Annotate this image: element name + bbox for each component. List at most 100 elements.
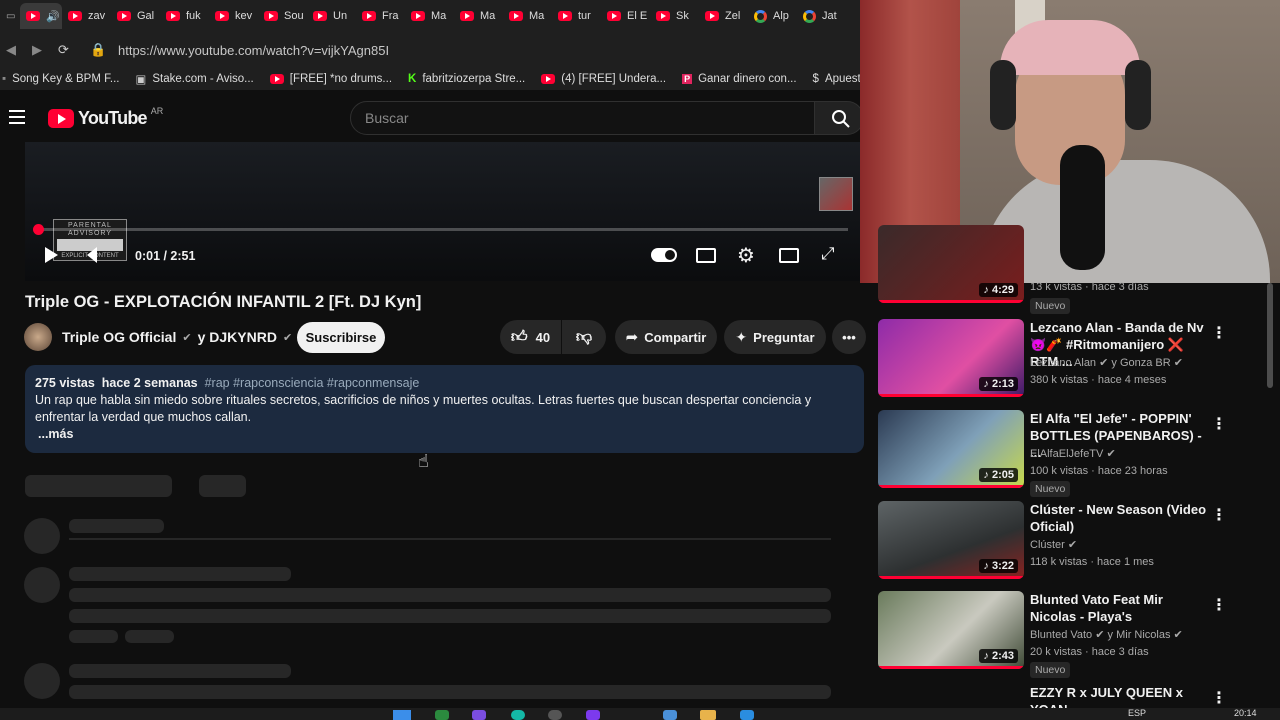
video-thumbnail[interactable]: ♪ 2:13 <box>878 319 1024 397</box>
more-actions-button[interactable]: ••• <box>832 320 866 354</box>
youtube-logo[interactable]: YouTube AR <box>48 106 163 129</box>
bookmark-item[interactable]: ▪ Song Key & BPM F... <box>0 73 119 85</box>
url-field[interactable]: https://www.youtube.com/watch?v=vijkYAgn… <box>118 43 389 58</box>
channel-name[interactable]: Lezcano Alan <box>1030 357 1096 369</box>
taskbar-app-icon[interactable] <box>548 710 562 720</box>
play-icon[interactable] <box>45 247 58 263</box>
share-button[interactable]: ➦ Compartir <box>615 320 717 354</box>
more-vert-icon[interactable]: ⋮ <box>1211 505 1227 525</box>
recommended-video[interactable]: ♪ 2:05 El Alfa "El Jefe" - POPPIN' BOTTLE… <box>878 410 1268 497</box>
menu-icon[interactable] <box>9 110 25 124</box>
bookmark-item[interactable]: (4) [FREE] Undera... <box>541 73 666 85</box>
browser-tab[interactable]: Ma <box>454 10 503 23</box>
taskbar-app-icon[interactable] <box>511 710 525 720</box>
browser-tab[interactable]: Alp <box>748 9 797 23</box>
channel-name[interactable]: Clúster <box>1030 539 1065 551</box>
browser-tab[interactable]: El E <box>601 10 650 23</box>
channel-avatar[interactable] <box>24 323 52 351</box>
browser-tab[interactable]: kev <box>209 10 258 23</box>
browser-tab[interactable]: Ma <box>405 10 454 23</box>
video-title[interactable]: Clúster - New Season (Video Oficial) <box>1030 501 1208 535</box>
fullscreen-icon[interactable]: ⤢ <box>821 244 835 264</box>
youtube-favicon-icon <box>68 11 82 21</box>
progress-bar[interactable] <box>33 224 848 235</box>
browser-tab[interactable]: ▭ <box>0 11 20 22</box>
speaker-icon[interactable]: 🔊 <box>46 10 60 23</box>
more-vert-icon[interactable]: ⋮ <box>1211 595 1227 615</box>
search-icon <box>832 110 850 128</box>
dislike-button[interactable]: 👎︎ <box>562 320 606 354</box>
video-thumbnail[interactable]: ♪ 2:43 <box>878 591 1024 669</box>
like-button[interactable]: 👍︎ 40 <box>500 320 561 354</box>
video-thumbnail[interactable]: ♪ 2:05 <box>878 410 1024 488</box>
collab-channel-name[interactable]: y Mir Nicolas <box>1108 629 1171 641</box>
language-indicator[interactable]: ESP <box>1128 708 1146 718</box>
recommended-video[interactable]: ♪ 4:29 13 k vistas · hace 3 días Nuevo <box>878 225 1268 315</box>
lock-icon[interactable]: 🔒 <box>90 42 110 58</box>
folder-icon[interactable] <box>700 710 716 720</box>
channel-name[interactable]: Triple OG Official <box>62 329 176 345</box>
channel-watermark[interactable] <box>819 177 853 211</box>
search-input[interactable]: Buscar <box>350 101 815 135</box>
browser-tab-active[interactable]: 🔊 <box>20 3 62 29</box>
show-more-link[interactable]: ...más <box>38 426 854 443</box>
browser-tab[interactable]: Zel <box>699 10 748 23</box>
browser-tab[interactable]: tur <box>552 10 601 23</box>
collab-channel-name[interactable]: y DJKYNRD <box>198 329 277 345</box>
channel-name[interactable]: ElAlfaElJefeTV <box>1030 448 1103 460</box>
bookmark-label: Ganar dinero con... <box>698 73 797 85</box>
taskbar-app-icon[interactable] <box>740 710 754 720</box>
back-icon[interactable]: ◀ <box>6 42 26 58</box>
browser-tab[interactable]: Ma <box>503 10 552 23</box>
clock[interactable]: 20:14 <box>1234 708 1257 718</box>
recommended-video[interactable]: ♪ 2:13 Lezcano Alan - Banda de Nv 👿🧨 #Rit… <box>878 319 1268 403</box>
subtitles-icon[interactable] <box>696 248 716 263</box>
browser-tab[interactable]: Sk <box>650 10 699 23</box>
volume-icon[interactable] <box>87 247 103 263</box>
video-thumbnail[interactable]: ♪ 3:22 <box>878 501 1024 579</box>
more-vert-icon[interactable]: ⋮ <box>1211 323 1227 343</box>
recommended-video[interactable]: EZZY R x JULY QUEEN x YOAN⋮ <box>878 684 1268 717</box>
browser-tab[interactable]: zav <box>62 10 111 23</box>
browser-tab[interactable]: Jat <box>797 9 846 23</box>
progress-scrubber[interactable] <box>33 224 44 235</box>
taskbar-app-icon[interactable] <box>663 710 677 720</box>
duration-text: 3:22 <box>991 560 1014 572</box>
recommended-video[interactable]: ♪ 3:22 Clúster - New Season (Video Oficia… <box>878 501 1268 585</box>
browser-tab[interactable]: Fra <box>356 10 405 23</box>
subscribe-button[interactable]: Suscribirse <box>297 322 385 353</box>
autoplay-toggle[interactable] <box>651 248 677 262</box>
search-button[interactable] <box>814 101 864 135</box>
bookmark-item[interactable]: P Ganar dinero con... <box>682 73 797 85</box>
recommended-video[interactable]: ♪ 2:43 Blunted Vato Feat Mir Nicolas - Pl… <box>878 591 1268 678</box>
scrollbar-thumb[interactable] <box>1267 283 1273 388</box>
video-title[interactable]: Blunted Vato Feat Mir Nicolas - Playa's <box>1030 591 1208 625</box>
channel-name[interactable]: Blunted Vato <box>1030 629 1092 641</box>
taskbar-app-icon[interactable] <box>435 710 449 720</box>
browser-tab[interactable]: Sou <box>258 10 307 23</box>
bookmark-item[interactable]: $ Apuestas <box>813 73 860 85</box>
browser-tab[interactable]: Un <box>307 10 356 23</box>
bookmark-item[interactable]: Kfabritziozerpa Stre... <box>408 73 525 85</box>
more-vert-icon[interactable]: ⋮ <box>1211 414 1227 434</box>
reload-icon[interactable]: ⟳ <box>58 42 78 58</box>
collab-channel-name[interactable]: y Gonza BR <box>1111 357 1170 369</box>
hashtags[interactable]: #rap #rapconsciencia #rapconmensaje <box>205 376 420 390</box>
taskbar-app-icon[interactable] <box>586 710 600 720</box>
bookmark-item[interactable]: [FREE] *no drums... <box>269 73 392 85</box>
verified-icon: ✔ <box>182 331 192 344</box>
windows-start-icon[interactable] <box>393 710 411 720</box>
video-thumbnail[interactable]: ♪ 4:29 <box>878 225 1024 303</box>
taskbar-app-icon[interactable] <box>472 710 486 720</box>
ask-button[interactable]: ✦ Preguntar <box>724 320 826 354</box>
settings-gear-icon[interactable]: ⚙ <box>737 243 755 268</box>
cast-icon[interactable] <box>779 248 799 263</box>
watched-bar <box>878 576 1024 579</box>
forward-icon[interactable]: ▶ <box>32 42 52 58</box>
video-player[interactable]: PARENTAL ADVISORY EXPLICIT CONTENT 0:01 … <box>25 142 860 281</box>
browser-tab[interactable]: Gal <box>111 10 160 23</box>
description-box[interactable]: 275 vistas hace 2 semanas #rap #rapconsc… <box>25 365 864 453</box>
browser-tab[interactable]: fuk <box>160 10 209 23</box>
more-vert-icon[interactable]: ⋮ <box>1211 688 1227 708</box>
bookmark-item[interactable]: ▣ Stake.com - Aviso... <box>135 72 253 86</box>
